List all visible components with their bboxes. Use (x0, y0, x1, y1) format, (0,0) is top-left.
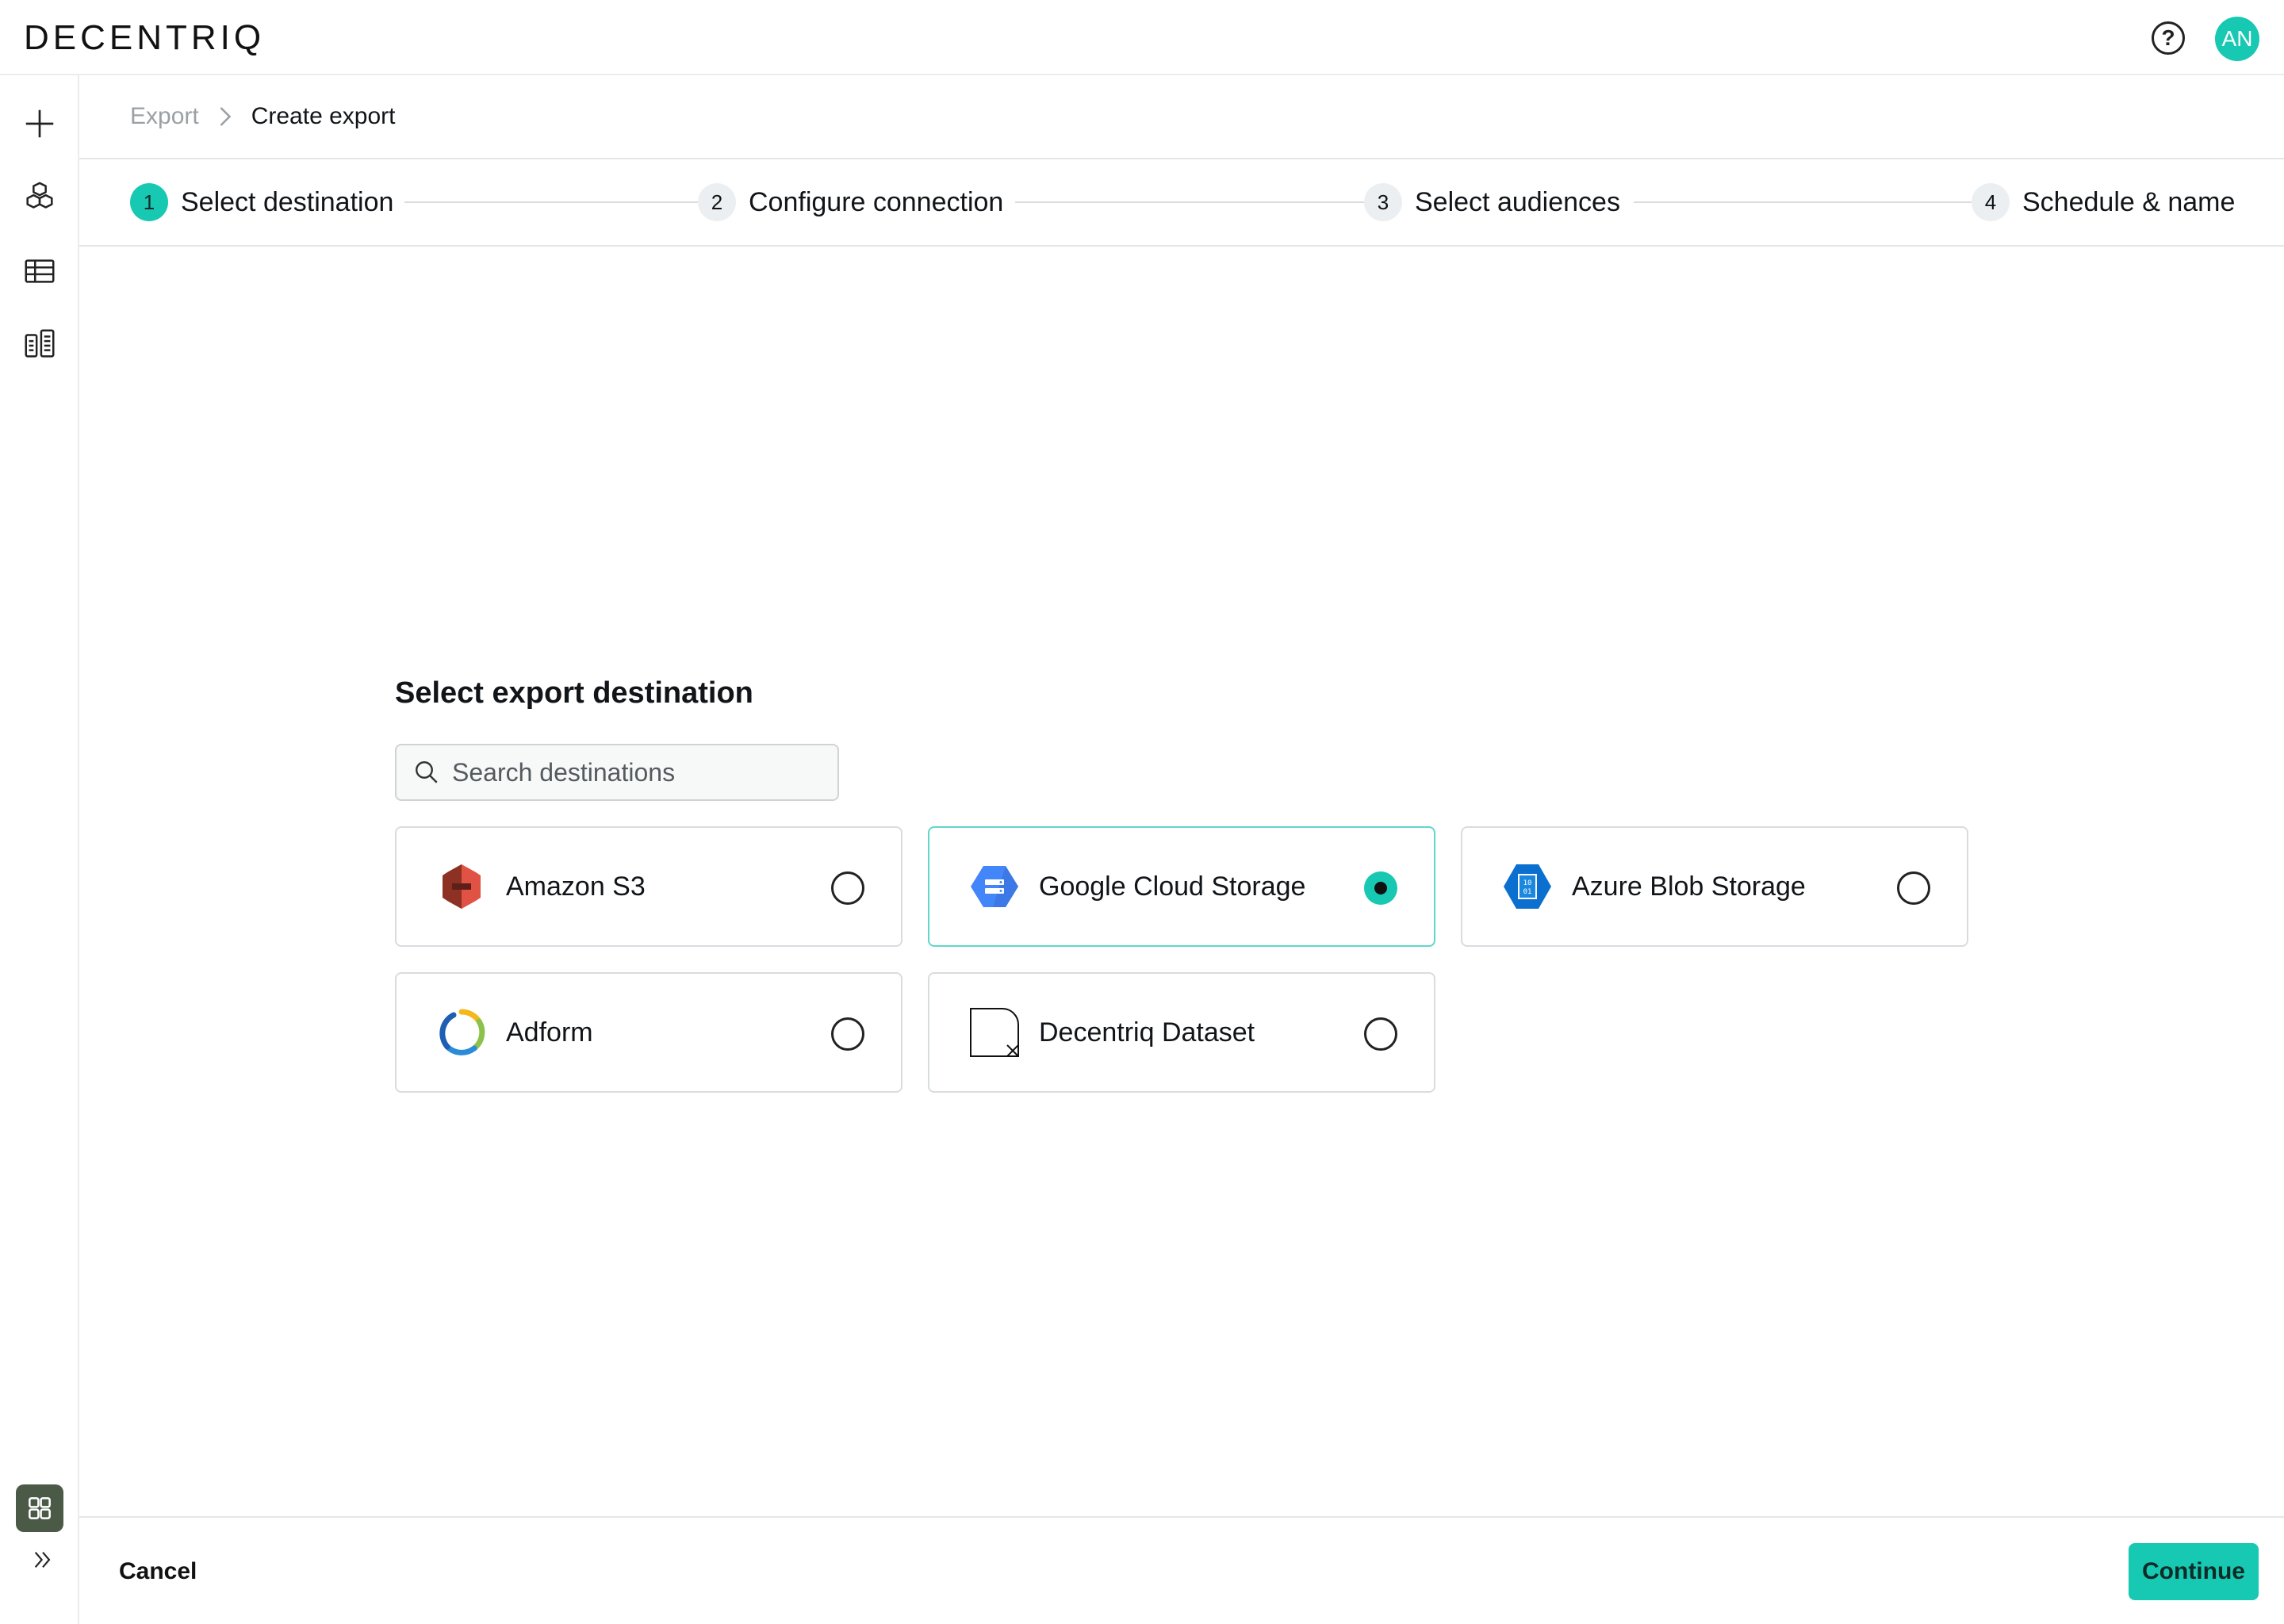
radio-button[interactable] (1897, 871, 1930, 905)
stepper: 1 Select destination 2 Configure connect… (79, 159, 2284, 247)
help-button[interactable]: ? (2152, 21, 2185, 55)
plus-icon (25, 109, 54, 138)
destination-card-adform[interactable]: Adform (395, 972, 902, 1093)
page-title: Select export destination (395, 676, 753, 710)
step-select-audiences: 3 Select audiences (1364, 183, 1628, 221)
breadcrumb-export-link[interactable]: Export (130, 103, 199, 130)
step-configure-connection: 2 Configure connection (698, 183, 1012, 221)
decentriq-dataset-icon (970, 1008, 1019, 1057)
rail-item-cubes[interactable] (20, 178, 59, 218)
radio-button[interactable] (1364, 1017, 1397, 1051)
step-number: 1 (130, 183, 168, 221)
step-label: Select audiences (1415, 186, 1628, 218)
chevron-right-icon (217, 106, 234, 127)
search-box[interactable] (395, 744, 839, 801)
step-number: 3 (1364, 183, 1402, 221)
top-bar: DECENTRIQ ? AN (0, 0, 2284, 75)
destination-card-amazon-s3[interactable]: Amazon S3 (395, 826, 902, 947)
destination-card-google-cloud-storage[interactable]: Google Cloud Storage (928, 826, 1435, 947)
step-select-destination: 1 Select destination (130, 183, 402, 221)
help-icon: ? (2161, 25, 2175, 50)
google-cloud-storage-icon (971, 866, 1018, 907)
rail-item-new[interactable] (20, 104, 59, 144)
avatar[interactable]: AN (2215, 17, 2259, 61)
destination-label: Decentriq Dataset (1039, 1017, 1255, 1048)
step-label: Select destination (181, 186, 402, 218)
left-rail (0, 75, 79, 1624)
table-icon (25, 259, 55, 283)
rail-home-button[interactable] (16, 1484, 63, 1532)
app-logo[interactable]: DECENTRIQ (24, 17, 265, 59)
radio-button-selected[interactable] (1364, 871, 1397, 905)
svg-text:01: 01 (1523, 888, 1532, 896)
radio-button[interactable] (831, 1017, 864, 1051)
step-label: Schedule & name (2022, 186, 2244, 218)
breadcrumb-current: Create export (251, 103, 396, 129)
step-number: 4 (1972, 183, 2010, 221)
grid-list-icon (25, 329, 55, 358)
radio-button[interactable] (831, 871, 864, 905)
footer-bar: Cancel Continue (79, 1516, 2284, 1624)
svg-text:10: 10 (1523, 879, 1532, 887)
amazon-s3-icon (443, 864, 481, 909)
step-schedule-name: 4 Schedule & name (1972, 183, 2244, 221)
rail-item-data-labs[interactable] (20, 324, 59, 364)
cubes-icon (26, 182, 53, 209)
destination-card-decentriq-dataset[interactable]: Decentriq Dataset (928, 972, 1435, 1093)
cancel-button[interactable]: Cancel (119, 1549, 197, 1594)
continue-button[interactable]: Continue (2129, 1543, 2259, 1600)
chevrons-right-icon (34, 1551, 51, 1568)
rail-item-table[interactable] (20, 251, 59, 291)
destination-label: Adform (506, 1017, 593, 1048)
search-input[interactable] (452, 757, 833, 787)
expand-rail-button[interactable] (27, 1544, 59, 1576)
search-icon (416, 761, 438, 783)
destination-label: Google Cloud Storage (1039, 871, 1306, 902)
destination-card-azure-blob-storage[interactable]: 10 01 Azure Blob Storage (1461, 826, 1968, 947)
adform-icon (439, 1009, 485, 1055)
step-label: Configure connection (749, 186, 1012, 218)
destination-label: Azure Blob Storage (1572, 871, 1806, 902)
step-number: 2 (698, 183, 736, 221)
destination-label: Amazon S3 (506, 871, 646, 902)
home-grid-icon (29, 1497, 51, 1519)
azure-blob-storage-icon: 10 01 (1504, 864, 1551, 909)
breadcrumb: Export Create export (79, 75, 2284, 159)
